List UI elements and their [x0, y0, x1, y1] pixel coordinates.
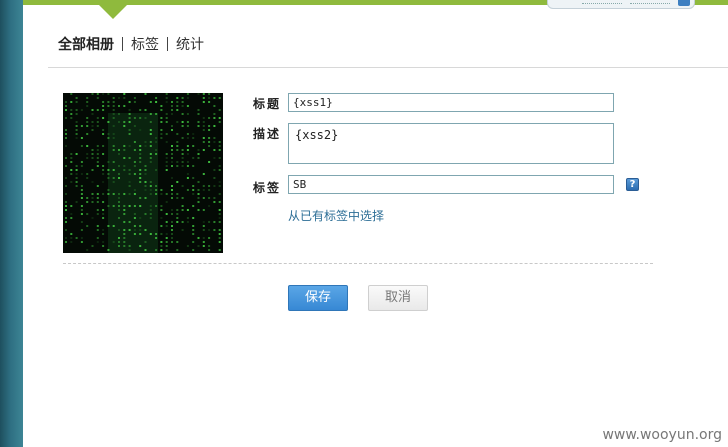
album-nav: 全部相册 标签 统计 — [58, 34, 204, 54]
nav-divider — [48, 67, 728, 68]
tag-label: 标签 — [253, 181, 282, 195]
top-widget[interactable] — [547, 0, 695, 9]
active-tab-notch — [98, 4, 128, 19]
pick-existing-tags-link[interactable]: 从已有标签中选择 — [288, 207, 384, 224]
help-icon[interactable]: ? — [626, 178, 639, 191]
form-divider — [63, 263, 653, 264]
nav-tags[interactable]: 标签 — [131, 34, 159, 54]
nav-separator — [167, 37, 168, 51]
save-button[interactable]: 保存 — [288, 285, 348, 311]
title-label: 标题 — [253, 97, 282, 111]
tag-input[interactable] — [288, 175, 614, 194]
nav-stats[interactable]: 统计 — [176, 34, 204, 54]
nav-all-albums[interactable]: 全部相册 — [58, 34, 114, 54]
description-textarea[interactable] — [288, 123, 614, 164]
cancel-button[interactable]: 取消 — [368, 285, 428, 311]
left-edge-bar — [0, 0, 23, 447]
watermark: www.wooyun.org — [602, 427, 722, 443]
widget-segment — [630, 0, 670, 4]
title-input[interactable] — [288, 93, 614, 112]
photo-thumbnail — [63, 93, 223, 253]
nav-separator — [122, 37, 123, 51]
description-label: 描述 — [253, 127, 282, 141]
widget-segment — [582, 0, 622, 4]
mail-icon[interactable] — [678, 0, 690, 6]
matrix-image — [65, 93, 221, 253]
